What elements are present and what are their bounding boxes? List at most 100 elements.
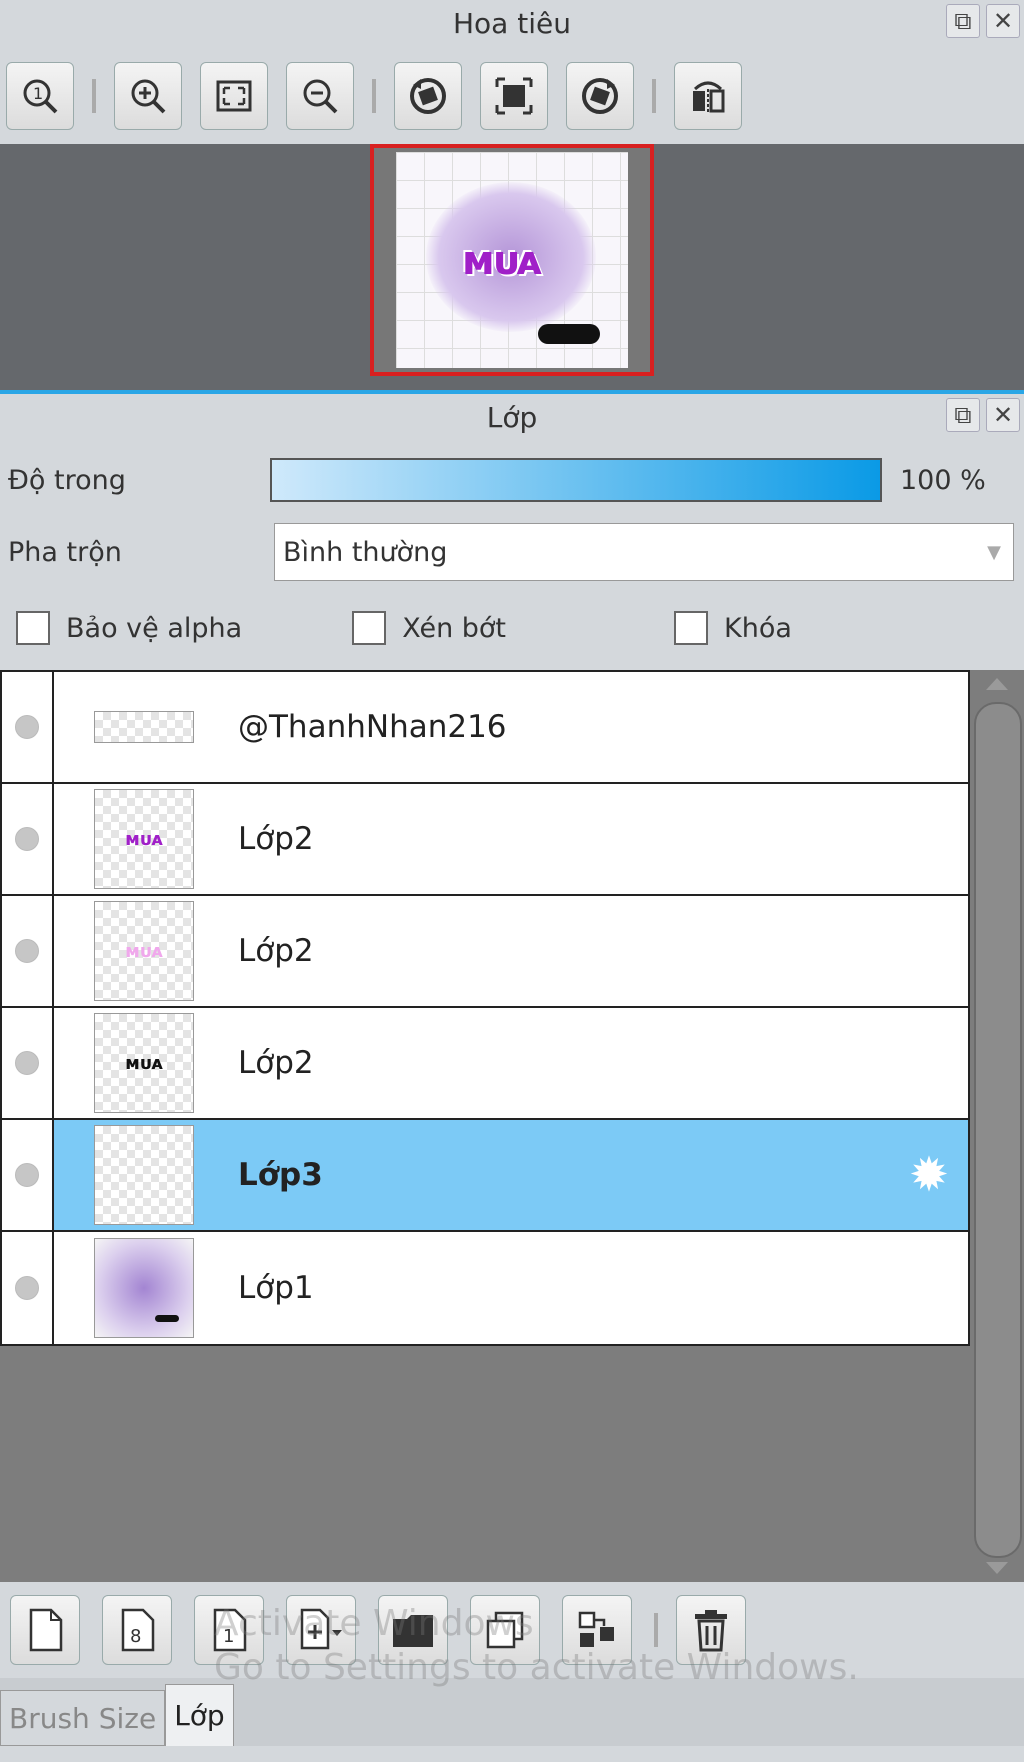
visibility-dot-icon (15, 1051, 39, 1075)
layer-name: Lớp2 (238, 821, 314, 857)
gear-icon[interactable]: ✹ (904, 1150, 954, 1200)
artwork-signature-pill (538, 324, 600, 344)
navigator-view-frame[interactable]: ᴍᴜᴀ (370, 144, 654, 376)
blend-mode-value: Bình thường (283, 536, 448, 568)
navigator-title-bar: Hoa tiêu ⧉ ✕ (0, 0, 1024, 48)
popout-icon[interactable]: ⧉ (946, 398, 980, 432)
navigator-title-buttons: ⧉ ✕ (946, 4, 1020, 38)
visibility-toggle[interactable] (2, 1232, 54, 1344)
scrollbar-thumb[interactable] (974, 702, 1022, 1558)
checkbox-box[interactable] (16, 611, 50, 645)
lock-label: Khóa (724, 612, 792, 644)
opacity-slider[interactable] (270, 458, 882, 502)
layer-row-selected[interactable]: Lớp3 ✹ (2, 1120, 968, 1232)
navigator-toolbar: 1 (0, 48, 1024, 144)
svg-text:1: 1 (223, 1626, 234, 1647)
rotate-right-icon[interactable] (566, 62, 634, 130)
layer-options-row: Bảo vệ alpha Xén bớt Khóa (0, 586, 1024, 670)
popout-icon[interactable]: ⧉ (946, 4, 980, 38)
tab-layers[interactable]: Lớp (165, 1684, 234, 1746)
layer-row[interactable]: ᴍᴜᴀ Lớp2 (2, 784, 968, 896)
rotate-left-icon[interactable] (394, 62, 462, 130)
reset-view-icon[interactable] (480, 62, 548, 130)
new-layer-icon[interactable] (10, 1595, 80, 1665)
navigator-canvas[interactable]: ᴍᴜᴀ (0, 144, 1024, 390)
visibility-dot-icon (15, 715, 39, 739)
visibility-toggle[interactable] (2, 1008, 54, 1118)
layer-row[interactable]: @ThanhNhan216 (2, 672, 968, 784)
zoom-in-icon[interactable] (114, 62, 182, 130)
add-layer-menu-icon[interactable] (286, 1595, 356, 1665)
layers-title-bar: Lớp ⧉ ✕ (0, 394, 1024, 442)
fit-screen-icon[interactable] (200, 62, 268, 130)
opacity-row: Độ trong 100 % (0, 442, 1024, 518)
tab-brush-size[interactable]: Brush Size (0, 1690, 166, 1746)
layer-name: Lớp2 (238, 933, 314, 969)
layers-scrollbar[interactable] (970, 670, 1024, 1582)
separator (92, 79, 96, 113)
close-icon[interactable]: ✕ (986, 4, 1020, 38)
separator (652, 79, 656, 113)
visibility-dot-icon (15, 827, 39, 851)
opacity-label: Độ trong (8, 464, 126, 496)
visibility-toggle[interactable] (2, 784, 54, 894)
svg-text:8: 8 (130, 1626, 141, 1647)
lock-checkbox[interactable]: Khóa (674, 611, 792, 645)
zoom-actual-icon[interactable]: 1 (6, 62, 74, 130)
canvas-preview: ᴍᴜᴀ (396, 152, 628, 368)
clipping-label: Xén bớt (402, 612, 507, 644)
layer-row[interactable]: ᴍᴜᴀ Lớp2 (2, 896, 968, 1008)
visibility-dot-icon (15, 939, 39, 963)
layer-thumbnail (94, 1238, 194, 1338)
blend-label: Pha trộn (8, 536, 122, 568)
protect-alpha-label: Bảo vệ alpha (66, 612, 243, 644)
checkbox-box[interactable] (352, 611, 387, 645)
layers-title-buttons: ⧉ ✕ (946, 398, 1020, 432)
artwork-logo: ᴍᴜᴀ (462, 238, 542, 284)
layer-row[interactable]: Lớp1 (2, 1232, 968, 1344)
checkbox-box[interactable] (674, 611, 709, 645)
svg-text:1: 1 (33, 84, 43, 103)
layer-thumbnail: ᴍᴜᴀ (94, 789, 194, 889)
visibility-dot-icon (15, 1163, 39, 1187)
visibility-toggle[interactable] (2, 672, 54, 782)
layer-thumbnail (94, 711, 194, 743)
thumbnail-pill (155, 1315, 179, 1322)
layer-list: @ThanhNhan216 ᴍᴜᴀ Lớp2 ᴍᴜᴀ Lớp2 ᴍᴜᴀ Lớp2… (0, 670, 970, 1346)
layer-row[interactable]: ᴍᴜᴀ Lớp2 (2, 1008, 968, 1120)
new-1bit-layer-icon[interactable]: 1 (194, 1595, 264, 1665)
clipping-checkbox[interactable]: Xén bớt (352, 611, 506, 645)
duplicate-layer-icon[interactable] (470, 1595, 540, 1665)
delete-layer-icon[interactable] (676, 1595, 746, 1665)
layer-thumbnail: ᴍᴜᴀ (94, 901, 194, 1001)
separator (654, 1613, 658, 1647)
blend-row: Pha trộn Bình thường ▼ (0, 518, 1024, 586)
new-8bit-layer-icon[interactable]: 8 (102, 1595, 172, 1665)
layer-name: @ThanhNhan216 (238, 709, 507, 745)
opacity-value: 100 % (900, 464, 986, 496)
panel-tab-bar: Brush Size Lớp (0, 1678, 1024, 1746)
zoom-out-icon[interactable] (286, 62, 354, 130)
scroll-down-icon[interactable] (986, 1562, 1008, 1574)
flip-horizontal-icon[interactable] (674, 62, 742, 130)
protect-alpha-checkbox[interactable]: Bảo vệ alpha (16, 611, 242, 645)
visibility-toggle[interactable] (2, 1120, 54, 1230)
close-icon[interactable]: ✕ (986, 398, 1020, 432)
layers-title: Lớp (486, 401, 538, 434)
chevron-down-icon: ▼ (987, 541, 1001, 563)
visibility-dot-icon (15, 1276, 39, 1300)
layer-thumbnail: ᴍᴜᴀ (94, 1013, 194, 1113)
blend-mode-select[interactable]: Bình thường ▼ (274, 523, 1014, 581)
new-folder-icon[interactable] (378, 1595, 448, 1665)
layers-toolbar: 8 1 Activate Windows Go to Settings to a… (0, 1582, 1024, 1688)
layer-name: Lớp2 (238, 1045, 314, 1081)
layers-list-area: @ThanhNhan216 ᴍᴜᴀ Lớp2 ᴍᴜᴀ Lớp2 ᴍᴜᴀ Lớp2… (0, 670, 1024, 1582)
layer-name: Lớp1 (238, 1270, 314, 1306)
separator (372, 79, 376, 113)
scroll-up-icon[interactable] (986, 678, 1008, 690)
layer-name: Lớp3 (238, 1157, 323, 1193)
visibility-toggle[interactable] (2, 896, 54, 1006)
layer-thumbnail (94, 1125, 194, 1225)
merge-down-icon[interactable] (562, 1595, 632, 1665)
navigator-title: Hoa tiêu (453, 7, 571, 40)
